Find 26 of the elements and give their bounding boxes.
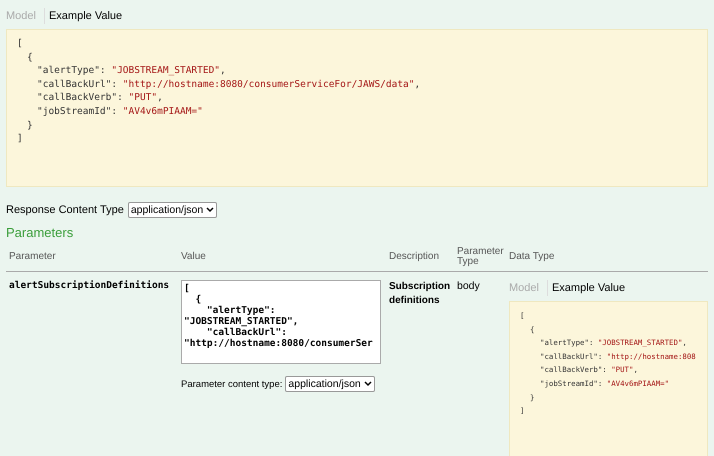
response-content-type-label: Response Content Type — [6, 204, 124, 216]
parameter-type: body — [456, 279, 481, 294]
column-header: Value — [178, 243, 386, 272]
response-content-type-select[interactable]: application/json — [128, 202, 218, 218]
parameter-content-type-label: Parameter content type: — [181, 378, 282, 390]
code-line: "callBackUrl": "http://hostname:8080/consumerServiceFor/JAWS/data", — [36, 78, 422, 92]
tab[interactable]: Example Value — [44, 8, 126, 24]
code-line: { — [26, 50, 34, 64]
parameter-content-type-select[interactable]: application/json — [285, 376, 375, 392]
caret-icon — [364, 381, 372, 387]
column-header: Description — [386, 243, 454, 272]
column-header: Parameter Type — [454, 243, 506, 272]
column-header: Parameter — [6, 243, 178, 272]
tab[interactable]: Example Value — [546, 280, 630, 296]
caret-icon — [206, 207, 214, 213]
code-line: "alertType": "JOBSTREAM_STARTED", — [36, 64, 227, 78]
column-header: Data Type — [506, 243, 708, 272]
parameters-heading: Parameters — [6, 225, 74, 240]
parameter-name: alertSubscriptionDefinitions — [8, 279, 170, 293]
code-line: "callBackVerb": "PUT", — [36, 91, 164, 105]
code-line: "jobStreamId": "AV4v6mPIAAM=" — [36, 104, 204, 119]
code-line: [ — [17, 37, 24, 51]
parameter-value-field[interactable]: [ { "alertType": "JOBSTREAM_STARTED", "callBackUrl": "http://hostname:8080/consumerSer — [181, 280, 381, 364]
parameter-description: Subscription definitions — [388, 280, 452, 308]
code-line: } — [26, 118, 34, 132]
code-line: ] — [17, 132, 24, 146]
